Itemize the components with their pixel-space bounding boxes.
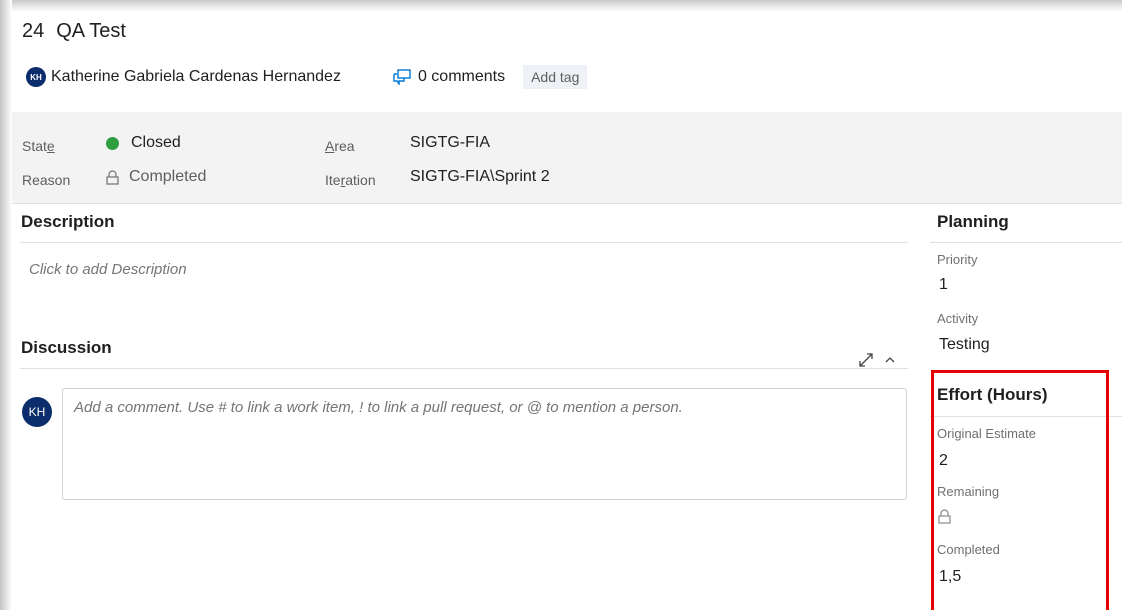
state-strip: State Closed Reason Completed Area SIGTG… bbox=[12, 112, 1122, 204]
expand-icon[interactable] bbox=[858, 352, 874, 368]
effort-highlight-box bbox=[931, 370, 1109, 610]
reason-label: Reason bbox=[22, 172, 71, 188]
iteration-field[interactable]: SIGTG-FIA\Sprint 2 bbox=[410, 168, 550, 186]
add-tag-button[interactable]: Add tag bbox=[523, 65, 588, 89]
work-item-form: 24 QA Test KH Katherine Gabriela Cardena… bbox=[12, 12, 1122, 610]
area-field[interactable]: SIGTG-FIA bbox=[410, 134, 490, 152]
comments-icon bbox=[393, 69, 411, 85]
assignee-avatar: KH bbox=[26, 67, 46, 87]
state-status-dot bbox=[106, 136, 119, 150]
discussion-controls bbox=[858, 352, 896, 368]
lock-icon bbox=[106, 169, 119, 185]
state-field[interactable]: Closed bbox=[106, 134, 181, 152]
discussion-heading: Discussion bbox=[21, 338, 112, 357]
chevron-up-icon[interactable] bbox=[884, 355, 896, 365]
reason-value: Completed bbox=[129, 168, 207, 185]
commenter-avatar: KH bbox=[22, 397, 52, 427]
comment-placeholder: Add a comment. Use # to link a work item… bbox=[74, 399, 683, 416]
iteration-label: Iteration bbox=[325, 172, 376, 188]
comment-input[interactable]: Add a comment. Use # to link a work item… bbox=[62, 388, 907, 500]
reason-field: Completed bbox=[106, 168, 206, 186]
activity-label: Activity bbox=[937, 311, 979, 326]
area-label: Area bbox=[325, 138, 355, 154]
work-item-title-text: QA Test bbox=[56, 20, 126, 42]
description-editor[interactable]: Click to add Description bbox=[29, 261, 187, 278]
state-label: State bbox=[22, 138, 55, 154]
area-value: SIGTG-FIA bbox=[410, 134, 490, 151]
activity-field[interactable]: Testing bbox=[939, 336, 990, 354]
description-divider bbox=[20, 242, 908, 243]
planning-heading: Planning bbox=[937, 212, 1009, 231]
work-item-title[interactable]: 24 QA Test bbox=[22, 20, 126, 43]
iteration-value: SIGTG-FIA\Sprint 2 bbox=[410, 168, 550, 185]
window-shadow-left bbox=[0, 0, 12, 610]
planning-divider bbox=[930, 242, 1122, 243]
description-heading: Description bbox=[21, 212, 115, 231]
priority-label: Priority bbox=[937, 252, 978, 267]
state-value: Closed bbox=[131, 134, 181, 151]
assignee-name[interactable]: Katherine Gabriela Cardenas Hernandez bbox=[51, 68, 341, 86]
comments-count: 0 comments bbox=[417, 68, 506, 85]
work-item-id: 24 bbox=[22, 20, 45, 42]
comments-link[interactable]: 0 comments bbox=[393, 68, 505, 86]
discussion-divider bbox=[20, 368, 908, 369]
header-meta-row: KH Katherine Gabriela Cardenas Hernandez… bbox=[26, 64, 588, 90]
priority-field[interactable]: 1 bbox=[939, 276, 948, 294]
window-shadow-top bbox=[0, 0, 1122, 12]
